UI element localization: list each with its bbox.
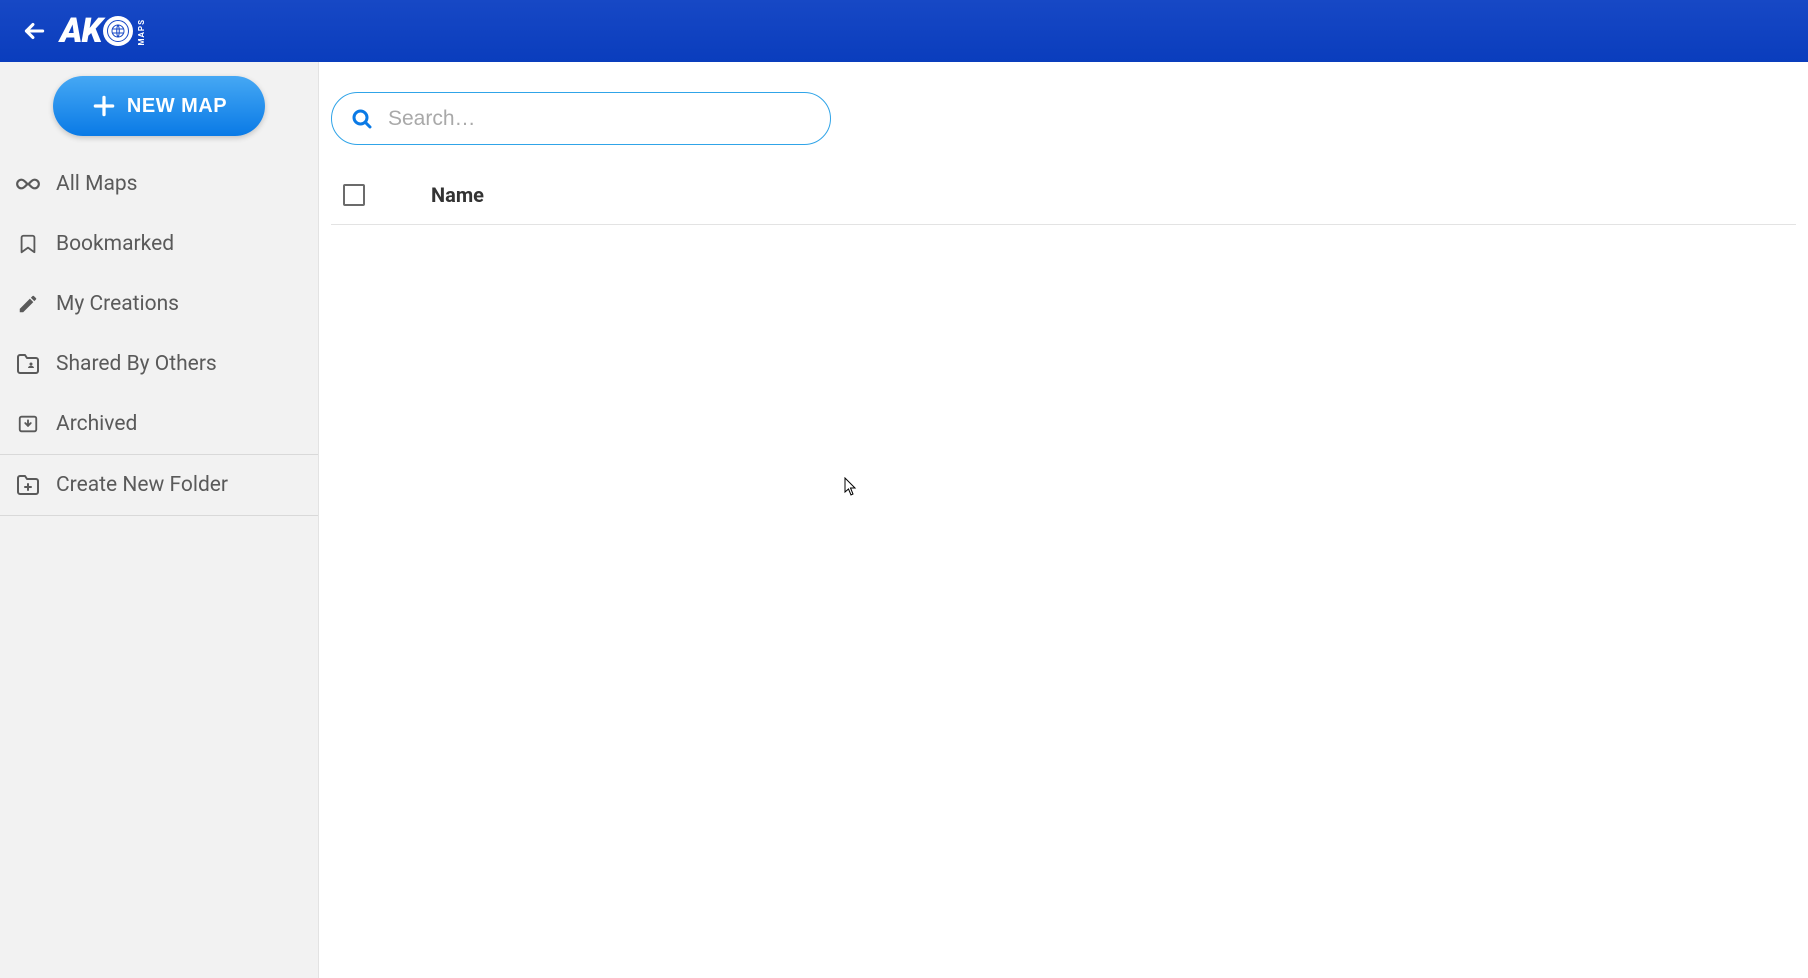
logo-o-icon [103,16,133,46]
arrow-left-icon [21,18,47,44]
sidebar-item-shared[interactable]: Shared By Others [0,334,318,394]
sidebar-divider [0,515,318,516]
app-header: AK MAPS [0,0,1808,62]
sidebar-item-label: Create New Folder [56,473,228,497]
pencil-icon [8,293,48,315]
sidebar-item-label: My Creations [56,292,179,316]
search-input[interactable] [388,107,812,131]
new-map-button[interactable]: NEW MAP [53,76,265,136]
new-map-label: NEW MAP [127,95,227,118]
new-folder-icon [8,473,48,497]
sidebar-item-label: All Maps [56,172,138,196]
sidebar-item-create-folder[interactable]: Create New Folder [0,455,318,515]
main-content: Name [319,62,1808,978]
search-container[interactable] [331,92,831,145]
sidebar-item-bookmarked[interactable]: Bookmarked [0,214,318,274]
sidebar-item-all-maps[interactable]: All Maps [0,154,318,214]
logo-text: AK [60,11,133,51]
sidebar-item-archived[interactable]: Archived [0,394,318,454]
sidebar: NEW MAP All Maps Bookmarked My Creat [0,62,319,978]
sidebar-item-my-creations[interactable]: My Creations [0,274,318,334]
infinity-icon [8,171,48,197]
table-header: Name [331,165,1796,225]
logo-main-text: AK [60,11,102,51]
bookmark-icon [8,233,48,255]
select-all-checkbox[interactable] [343,184,365,206]
plus-icon [91,93,117,119]
sidebar-item-label: Archived [56,412,137,436]
archive-icon [8,413,48,435]
app-logo[interactable]: AK MAPS [60,11,146,51]
sidebar-nav: All Maps Bookmarked My Creations Shared … [0,154,318,516]
sidebar-item-label: Bookmarked [56,232,174,256]
sidebar-item-label: Shared By Others [56,352,217,376]
column-name-header[interactable]: Name [431,183,484,207]
back-button[interactable] [16,13,52,49]
logo-sub-text: MAPS [137,19,146,46]
cursor-icon [844,477,860,497]
folder-shared-icon [8,352,48,376]
search-icon [350,107,374,131]
